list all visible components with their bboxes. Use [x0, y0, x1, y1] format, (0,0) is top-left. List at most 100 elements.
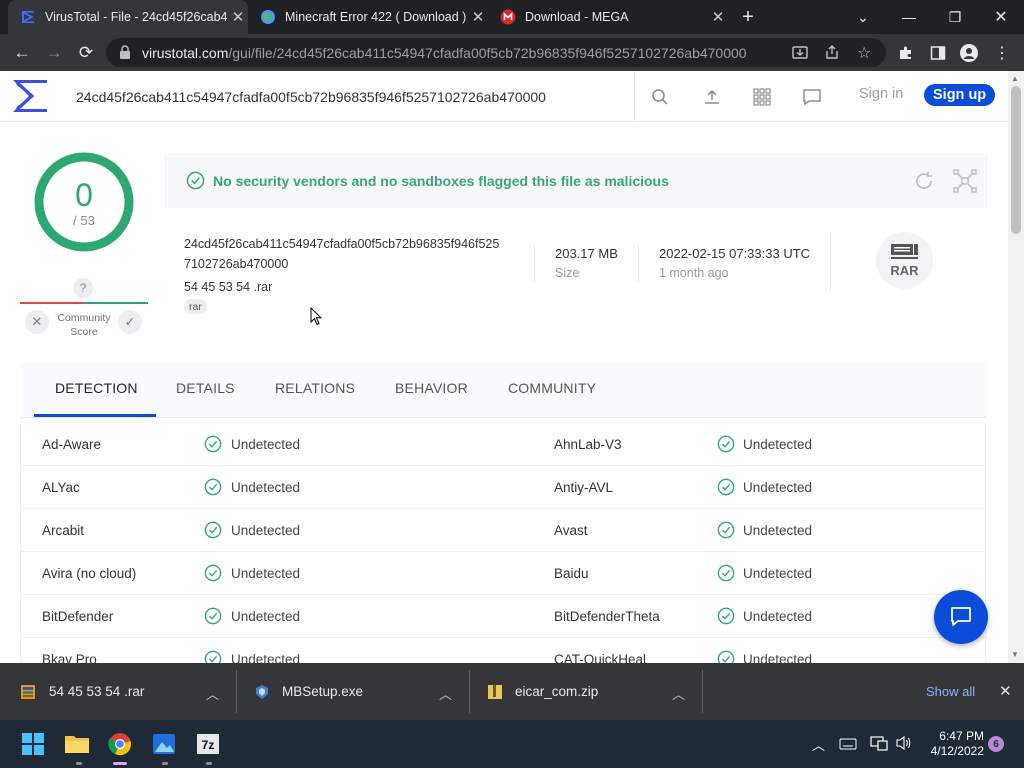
tab-title: VirusTotal - File - 24cd45f26cab411c5494… — [45, 10, 228, 24]
vote-malicious-close-icon[interactable]: ✕ — [25, 310, 49, 334]
file-size: 203.17 MB — [555, 246, 618, 261]
volume-icon[interactable] — [895, 735, 913, 756]
show-all-downloads-link[interactable]: Show all — [926, 684, 975, 699]
file-date: 2022-02-15 07:33:33 UTC — [659, 246, 811, 261]
forward-arrow-icon[interactable]: → — [39, 34, 69, 71]
chat-bubble-icon — [951, 607, 971, 626]
vt-search-input[interactable]: 24cd45f26cab411c54947cfadfa00f5cb72b9683… — [60, 71, 635, 122]
browser-tab-mega[interactable]: Download - MEGA ✕ — [488, 0, 728, 34]
back-arrow-icon[interactable]: ← — [7, 34, 37, 71]
check-circle-icon — [204, 607, 222, 625]
file-type-badge: RAR — [876, 232, 933, 289]
tab-title: Minecraft Error 422 ( Download ) — [285, 10, 467, 24]
profile-avatar-icon[interactable] — [956, 34, 982, 71]
graph-view-icon[interactable] — [953, 169, 977, 198]
bookmark-star-icon[interactable]: ☆ — [857, 43, 871, 63]
divider — [469, 670, 470, 713]
tab-close-icon[interactable]: ✕ — [228, 8, 248, 26]
download-item-rar[interactable]: 54 45 53 54 .rar — [20, 663, 144, 720]
download-item-eicar[interactable]: eicar_com.zip — [487, 663, 598, 720]
lock-icon[interactable] — [119, 45, 131, 64]
download-options-chevron-icon[interactable]: ︿ — [206, 684, 219, 703]
7zip-app-icon[interactable]: 7z — [188, 724, 228, 764]
file-hash-line-1: 24cd45f26cab411c54947cfadfa00f5cb72b9683… — [184, 237, 500, 251]
browser-tab-minecraft[interactable]: Minecraft Error 422 ( Download ) ✕ — [248, 0, 488, 34]
apps-grid-icon[interactable] — [742, 71, 782, 122]
search-icon[interactable] — [640, 71, 680, 122]
vendor-name: Bkav Pro — [42, 652, 97, 663]
windows-start-icon[interactable] — [13, 724, 53, 764]
vendor-result: Undetected — [231, 609, 301, 624]
check-circle-icon — [717, 607, 735, 625]
reanalyze-icon[interactable] — [913, 170, 935, 197]
chat-icon[interactable] — [792, 71, 832, 122]
download-filename: MBSetup.exe — [282, 684, 364, 699]
community-score-label: Community Score — [57, 312, 111, 338]
scrollbar-thumb[interactable] — [1011, 86, 1021, 234]
tab-community[interactable]: COMMUNITY — [508, 380, 596, 396]
vendor-name: Avira (no cloud) — [42, 566, 137, 581]
download-options-chevron-icon[interactable]: ︿ — [672, 684, 685, 703]
table-row: ALYac Undetected Antiy-AVL Undetected — [21, 466, 985, 509]
vendor-name: Antiy-AVL — [554, 480, 614, 495]
photos-app-icon[interactable] — [144, 724, 184, 764]
vendor-result: Undetected — [231, 437, 301, 452]
vote-harmless-check-icon[interactable]: ✓ — [118, 310, 142, 334]
notification-badge[interactable]: 6 — [988, 736, 1004, 752]
divider — [638, 244, 639, 282]
download-options-chevron-icon[interactable]: ︿ — [439, 684, 452, 703]
tab-search-chevron-icon[interactable]: ⌄ — [840, 0, 886, 34]
tab-close-icon[interactable]: ✕ — [468, 8, 488, 26]
tab-relations[interactable]: RELATIONS — [275, 380, 355, 396]
tab-title: Download - MEGA — [525, 10, 629, 24]
mouse-cursor-icon — [310, 306, 323, 331]
vendor-result: Undetected — [743, 566, 813, 581]
download-item-mbsetup[interactable]: MBSetup.exe — [254, 663, 363, 720]
tab-detection[interactable]: DETECTION — [55, 380, 138, 396]
virustotal-logo-icon[interactable] — [12, 79, 48, 118]
new-tab-button[interactable]: + — [734, 0, 762, 34]
reload-icon[interactable]: ⟳ — [71, 34, 101, 71]
scroll-up-arrow-icon[interactable]: ▲ — [1011, 74, 1019, 83]
vendor-result: Undetected — [231, 566, 301, 581]
tab-behavior[interactable]: BEHAVIOR — [395, 380, 468, 396]
close-downloads-bar-icon[interactable]: ✕ — [999, 682, 1012, 700]
tab-close-icon[interactable]: ✕ — [708, 8, 728, 26]
close-window-button[interactable]: ✕ — [978, 0, 1024, 34]
keyboard-icon[interactable] — [839, 737, 857, 755]
vendor-name: CAT-QuickHeal — [554, 652, 647, 663]
tray-overflow-chevron-icon[interactable]: ︿ — [812, 735, 825, 754]
sign-up-button[interactable]: Sign up — [924, 84, 996, 106]
vendor-result: Undetected — [743, 437, 813, 452]
side-panel-icon[interactable] — [925, 34, 951, 71]
vendor-name: Ad-Aware — [42, 437, 102, 452]
vendor-result: Undetected — [231, 523, 301, 538]
tab-details[interactable]: DETAILS — [176, 380, 235, 396]
upload-icon[interactable] — [692, 71, 732, 122]
address-bar[interactable]: virustotal.com/gui/file/24cd45f26cab411c… — [106, 38, 886, 67]
scroll-down-arrow-icon[interactable]: ▼ — [1011, 650, 1019, 659]
network-icon[interactable] — [870, 735, 888, 756]
browser-tab-virustotal[interactable]: VirusTotal - File - 24cd45f26cab411c5494… — [8, 0, 248, 34]
share-icon[interactable] — [824, 44, 840, 65]
sign-in-link[interactable]: Sign in — [859, 86, 903, 102]
mega-logo-icon — [500, 9, 516, 25]
download-filename: eicar_com.zip — [515, 684, 599, 699]
vendor-name: Arcabit — [42, 523, 85, 538]
zip-file-icon — [488, 684, 502, 699]
table-row: Bkav Pro Undetected CAT-QuickHeal Undete… — [21, 638, 985, 663]
running-app-indicator — [206, 762, 212, 765]
chrome-menu-icon[interactable]: ⋮ — [989, 34, 1015, 71]
extensions-puzzle-icon[interactable] — [893, 34, 919, 71]
file-tag[interactable]: rar — [184, 299, 207, 314]
support-chat-button[interactable] — [934, 590, 988, 644]
taskbar-clock[interactable]: 6:47 PM 4/12/2022 — [920, 729, 984, 759]
file-explorer-icon[interactable] — [57, 724, 97, 764]
file-size-label: Size — [555, 266, 580, 280]
virustotal-favicon-icon — [20, 9, 36, 25]
archive-icon — [891, 244, 918, 259]
chrome-icon[interactable] — [100, 724, 140, 764]
install-app-icon[interactable] — [792, 44, 808, 65]
restore-button[interactable]: ❐ — [932, 0, 978, 34]
minimize-button[interactable]: — — [886, 0, 932, 34]
